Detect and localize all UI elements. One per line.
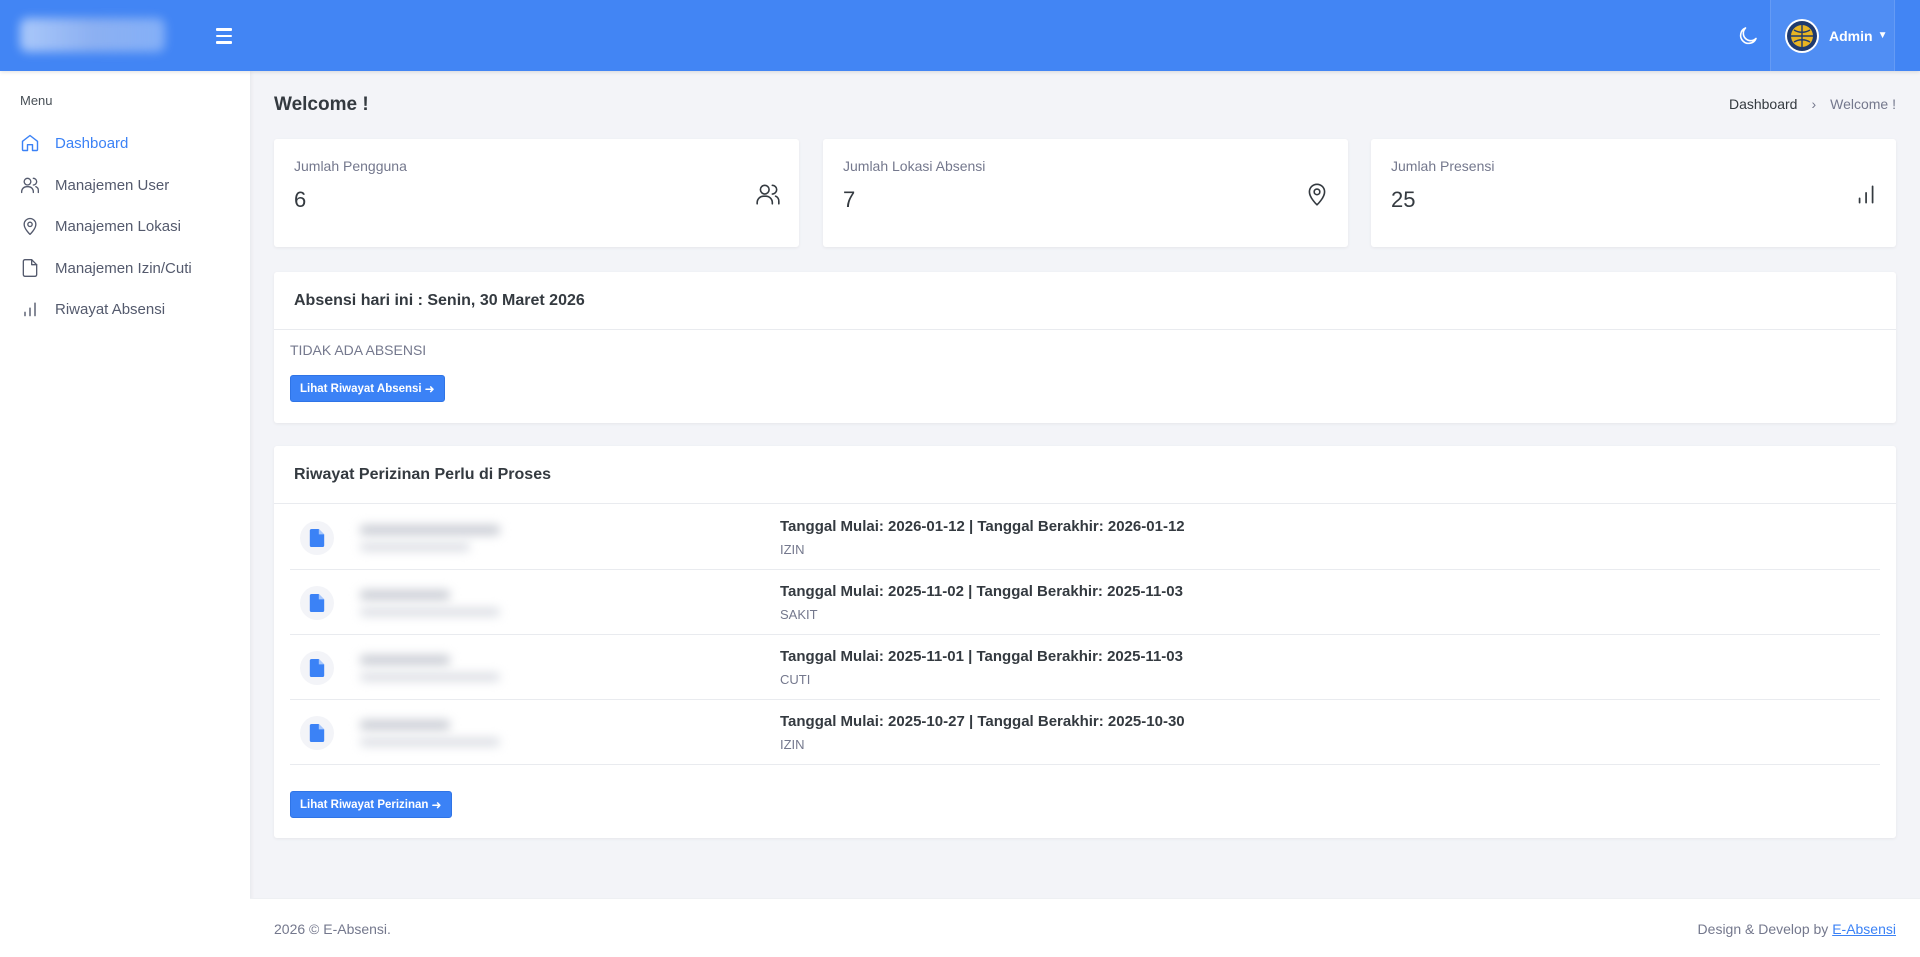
permit-type: CUTI (780, 672, 811, 687)
redacted-name (352, 519, 512, 557)
document-badge (300, 586, 334, 620)
redacted-name (352, 714, 512, 752)
map-pin-icon (1308, 183, 1326, 206)
document-icon (309, 529, 325, 547)
card-title: Riwayat Perizinan Perlu di Proses (274, 446, 1896, 504)
sidebar-item-label: Dashboard (55, 134, 129, 152)
stat-label: Jumlah Presensi (1391, 158, 1495, 174)
button-label: Lihat Riwayat Perizinan (300, 798, 429, 811)
list-item[interactable]: Tanggal Mulai: 2025-11-02 | Tanggal Bera… (290, 570, 1880, 635)
document-icon (309, 594, 325, 612)
document-badge (300, 651, 334, 685)
list-item[interactable]: Tanggal Mulai: 2025-11-01 | Tanggal Bera… (290, 635, 1880, 700)
sidebar-item-label: Manajemen Lokasi (55, 217, 181, 235)
menu-title: Menu (20, 93, 53, 108)
arrow-right-icon: ➜ (431, 797, 442, 812)
permit-dates: Tanggal Mulai: 2025-11-01 | Tanggal Bera… (780, 648, 1183, 665)
view-permit-history-button[interactable]: Lihat Riwayat Perizinan ➜ (290, 791, 452, 818)
stat-label: Jumlah Pengguna (294, 158, 407, 174)
sidebar-item-label: Manajemen Izin/Cuti (55, 259, 192, 277)
chevron-down-icon: ▼ (1877, 30, 1888, 41)
permit-type: IZIN (780, 737, 805, 752)
moon-icon (1739, 27, 1757, 45)
permit-dates: Tanggal Mulai: 2025-10-27 | Tanggal Bera… (780, 713, 1185, 730)
breadcrumb-current: Welcome ! (1830, 96, 1896, 112)
sidebar-item-users[interactable]: Manajemen User (20, 170, 240, 200)
footer-credit-link[interactable]: E-Absensi (1832, 921, 1896, 937)
attendance-today-card: Absensi hari ini : Senin, 30 Maret 2026 … (274, 272, 1896, 423)
permits-pending-card: Riwayat Perizinan Perlu di Proses Tangga… (274, 446, 1896, 838)
stat-value: 7 (843, 187, 856, 212)
stat-value: 25 (1391, 187, 1416, 212)
app-logo[interactable] (20, 18, 165, 52)
button-label: Lihat Riwayat Absensi (300, 382, 422, 395)
topbar: Admin ▼ (0, 0, 1920, 71)
map-pin-icon (23, 217, 37, 235)
menu-icon (216, 28, 232, 31)
document-icon (309, 659, 325, 677)
stat-card-locations: Jumlah Lokasi Absensi 7 (823, 139, 1348, 247)
sidebar: Menu Dashboard Manajemen User Manajemen … (0, 71, 250, 957)
sidebar-item-dashboard[interactable]: Dashboard (20, 128, 240, 158)
avatar-logo (1787, 20, 1817, 51)
stat-card-presence: Jumlah Presensi 25 (1371, 139, 1896, 247)
list-item[interactable]: Tanggal Mulai: 2026-01-12 | Tanggal Bera… (290, 505, 1880, 570)
bar-chart-icon (24, 302, 36, 317)
breadcrumb: Dashboard › Welcome ! (1729, 96, 1896, 112)
sidebar-item-attendance-history[interactable]: Riwayat Absensi (20, 294, 240, 324)
card-title: Absensi hari ini : Senin, 30 Maret 2026 (274, 272, 1896, 330)
empty-state-text: TIDAK ADA ABSENSI (290, 342, 427, 358)
permit-type: SAKIT (780, 607, 818, 622)
document-icon (309, 724, 325, 742)
permit-dates: Tanggal Mulai: 2025-11-02 | Tanggal Bera… (780, 583, 1183, 600)
users-icon (21, 177, 39, 194)
view-attendance-history-button[interactable]: Lihat Riwayat Absensi ➜ (290, 375, 445, 402)
sidebar-item-leave[interactable]: Manajemen Izin/Cuti (20, 253, 240, 283)
sidebar-item-locations[interactable]: Manajemen Lokasi (20, 211, 240, 241)
breadcrumb-dashboard[interactable]: Dashboard (1729, 96, 1798, 112)
list-item[interactable]: Tanggal Mulai: 2025-10-27 | Tanggal Bera… (290, 700, 1880, 765)
stat-label: Jumlah Lokasi Absensi (843, 158, 986, 174)
document-badge (300, 716, 334, 750)
users-icon (756, 184, 780, 205)
avatar (1785, 18, 1819, 53)
user-name: Admin (1829, 27, 1873, 44)
permit-dates: Tanggal Mulai: 2026-01-12 | Tanggal Bera… (780, 518, 1185, 535)
stat-value: 6 (294, 187, 307, 212)
footer-copyright: 2026 © E-Absensi. (274, 921, 391, 937)
permit-type: IZIN (780, 542, 805, 557)
stat-card-users: Jumlah Pengguna 6 (274, 139, 799, 247)
footer-credit: Design & Develop by E-Absensi (1698, 921, 1896, 937)
home-icon (21, 134, 39, 152)
dark-mode-toggle[interactable] (1736, 24, 1760, 48)
footer: 2026 © E-Absensi. Design & Develop by E-… (250, 898, 1920, 957)
redacted-name (352, 649, 512, 687)
user-menu[interactable]: Admin ▼ (1770, 0, 1895, 71)
bar-chart-icon (1858, 185, 1874, 204)
document-badge (300, 521, 334, 555)
arrow-right-icon: ➜ (424, 381, 435, 396)
page-title: Welcome ! (274, 94, 369, 115)
file-icon (22, 259, 38, 277)
redacted-name (352, 584, 512, 622)
menu-toggle-button[interactable] (214, 24, 234, 46)
sidebar-item-label: Manajemen User (55, 176, 170, 194)
footer-credit-prefix: Design & Develop by (1697, 921, 1833, 937)
sidebar-item-label: Riwayat Absensi (55, 300, 166, 318)
breadcrumb-separator-icon: › (1811, 96, 1817, 112)
